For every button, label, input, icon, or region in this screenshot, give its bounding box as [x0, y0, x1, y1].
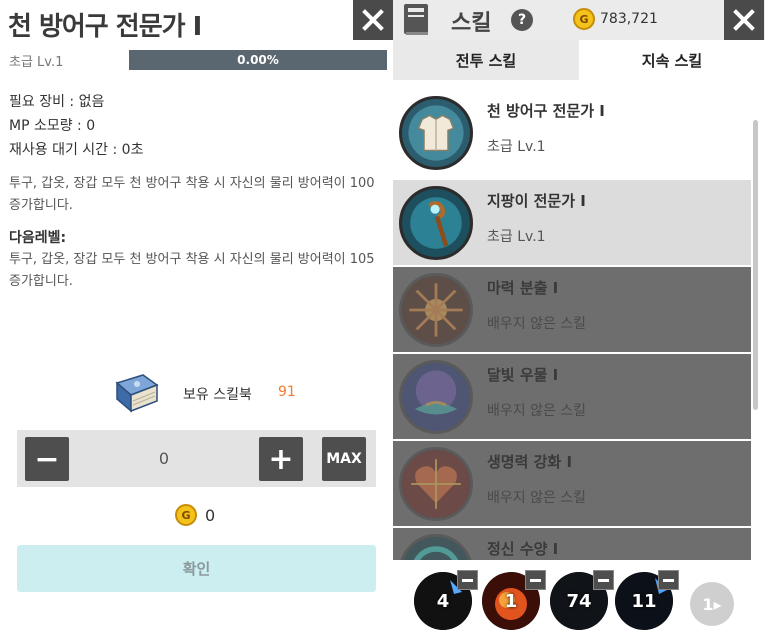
meditation-icon [399, 534, 473, 560]
skill-row[interactable]: 천 방어구 전문가 I 초급 Lv.1 [393, 90, 751, 175]
skillbook-icon [115, 374, 159, 413]
skill-row[interactable]: 생명력 강화 I 배우지 않은 스킬 [393, 441, 751, 526]
skill-level: 초급 Lv.1 [9, 55, 64, 70]
skill-description: 투구, 갑옷, 장갑 모두 천 방어구 착용 시 자신의 물리 방어력이 100… [9, 176, 375, 213]
max-button[interactable]: MAX [322, 437, 366, 481]
skillbook-count: 91 [278, 384, 296, 400]
skill-name: 마력 분출 I [487, 279, 559, 297]
close-icon [362, 9, 384, 31]
skill-detail-panel: 천 방어구 전문가 I 초급 Lv.1 0.00% 필요 장비 : 없음 MP … [0, 0, 393, 635]
skill-name: 천 방어구 전문가 I [487, 102, 605, 120]
skill-status: 초급 Lv.1 [487, 229, 546, 245]
skill-row[interactable]: 지팡이 전문가 I 초급 Lv.1 [393, 180, 751, 265]
quick-slot-remove-button[interactable] [525, 570, 546, 590]
skill-panel-header: 스킬 ? G 783,721 [393, 0, 765, 40]
skill-list-scrollbar[interactable] [753, 120, 758, 410]
moonlight-well-icon [399, 360, 473, 434]
vitality-icon [399, 447, 473, 521]
decrement-button[interactable]: − [25, 437, 69, 481]
skill-book-icon [404, 4, 428, 35]
gold-cost-value: 0 [205, 505, 216, 525]
skill-status: 배우지 않은 스킬 [487, 316, 587, 332]
skill-panel-title: 스킬 [451, 11, 492, 36]
minus-icon [663, 578, 674, 582]
skill-status: 배우지 않은 스킬 [487, 490, 587, 506]
skill-row[interactable]: 달빛 우물 I 배우지 않은 스킬 [393, 354, 751, 439]
cooldown: 재사용 대기 시간 : 0초 [9, 142, 144, 158]
minus-icon [462, 578, 473, 582]
tab-passive-skills[interactable]: 지속 스킬 [579, 40, 765, 80]
skill-list-panel: 스킬 ? G 783,721 전투 스킬 지속 스킬 천 방어구 전문가 I 초… [393, 0, 765, 635]
gold-amount: 783,721 [600, 11, 658, 27]
minus-icon [598, 578, 609, 582]
staff-icon [399, 186, 473, 260]
gold-balance: G 783,721 [573, 8, 658, 30]
next-level-label: 다음레벨: [9, 230, 67, 246]
skill-name: 달빛 우물 I [487, 366, 559, 384]
quick-slot-remove-button[interactable] [457, 570, 478, 590]
skill-tabs: 전투 스킬 지속 스킬 [393, 40, 765, 80]
tab-combat-skills[interactable]: 전투 스킬 [393, 40, 579, 80]
skill-quickbar: 4 1 74 11 1▸ [393, 560, 765, 635]
skill-title: 천 방어구 전문가 I [8, 12, 202, 42]
help-icon[interactable]: ? [511, 9, 533, 31]
required-equipment: 필요 장비 : 없음 [9, 94, 105, 110]
skill-status: 배우지 않은 스킬 [487, 403, 587, 419]
increment-button[interactable]: + [259, 437, 303, 481]
gold-coin-icon: G [175, 504, 197, 526]
confirm-button[interactable]: 확인 [17, 545, 376, 592]
skill-row[interactable]: 마력 분출 I 배우지 않은 스킬 [393, 267, 751, 352]
detail-close-button[interactable] [353, 0, 393, 40]
skill-name: 지팡이 전문가 I [487, 192, 586, 210]
quick-slot-remove-button[interactable] [658, 570, 679, 590]
skill-progress-text: 0.00% [237, 53, 279, 67]
skill-status: 초급 Lv.1 [487, 139, 546, 155]
skillbook-stepper: − 0 + MAX [17, 430, 376, 487]
cloth-armor-icon [399, 96, 473, 170]
next-level-description: 투구, 갑옷, 장갑 모두 천 방어구 착용 시 자신의 물리 방어력이 105… [9, 252, 375, 289]
mp-cost: MP 소모량 : 0 [9, 118, 96, 134]
close-icon [733, 9, 755, 31]
mana-burst-icon [399, 273, 473, 347]
skillbook-label: 보유 스킬북 [183, 387, 252, 403]
gold-cost: G 0 [175, 504, 215, 526]
gold-coin-icon: G [573, 8, 595, 30]
skill-name: 생명력 강화 I [487, 453, 573, 471]
quick-slot-remove-button[interactable] [593, 570, 614, 590]
skill-row[interactable]: 정신 수양 I [393, 528, 751, 560]
panel-close-button[interactable] [724, 0, 764, 40]
skill-progress-bar: 0.00% [129, 50, 387, 70]
skill-list: 천 방어구 전문가 I 초급 Lv.1 지팡이 전문가 I 초급 Lv.1 마력… [393, 90, 751, 560]
skill-name: 정신 수양 I [487, 540, 559, 558]
minus-icon [530, 578, 541, 582]
stepper-value: 0 [158, 449, 170, 468]
quickbar-next-page-button[interactable]: 1▸ [690, 582, 734, 626]
